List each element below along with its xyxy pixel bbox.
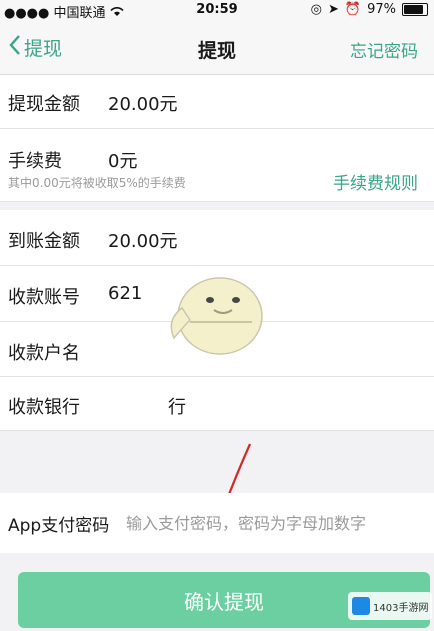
pay-password-label: App支付密码 (8, 516, 110, 536)
forgot-password-link[interactable]: 忘记密码 (350, 37, 418, 62)
fee-rule-link[interactable]: 手续费规则 (333, 169, 418, 194)
bank-value: 行 (168, 397, 186, 418)
status-bar: ●●●● 中国联通 20:59 ◎ ➤ ⏰ 97% (0, 0, 434, 22)
status-right: ◎ ➤ ⏰ 97% (311, 2, 428, 17)
mascot-sticker-icon (170, 277, 263, 355)
fee-note: 其中0.00元将被收取5%的手续费 (8, 176, 186, 190)
amount-value: 20.00元 (108, 94, 178, 115)
pay-password-input[interactable] (124, 507, 424, 539)
battery-icon (402, 3, 428, 16)
alarm-icon: ⏰ (344, 2, 362, 17)
site-logo-icon (352, 597, 370, 615)
nav-bar: 提现 提现 忘记密码 (0, 22, 434, 75)
battery-fill (404, 5, 424, 14)
watermark-badge: 1403手游网 (348, 592, 432, 620)
received-value: 20.00元 (108, 231, 178, 252)
lock-rotation-icon: ◎ (310, 2, 322, 17)
amount-row: 提现金额 20.00元 (0, 75, 434, 129)
bank-row: 收款银行 行 (0, 377, 434, 431)
amount-label: 提现金额 (8, 94, 80, 115)
watermark-text: 1403手游网 (373, 602, 429, 614)
account-value: 621 (108, 283, 143, 304)
fee-label: 手续费 (8, 151, 62, 172)
pay-password-row: App支付密码 (0, 493, 434, 553)
holder-label: 收款户名 (8, 343, 80, 364)
fee-value: 0元 (108, 151, 138, 172)
received-label: 到账金额 (8, 231, 80, 252)
location-icon: ➤ (328, 2, 339, 17)
received-row: 到账金额 20.00元 (0, 210, 434, 266)
battery-percent: 97% (367, 2, 396, 17)
bank-label: 收款银行 (8, 397, 80, 418)
account-label: 收款账号 (8, 287, 80, 308)
